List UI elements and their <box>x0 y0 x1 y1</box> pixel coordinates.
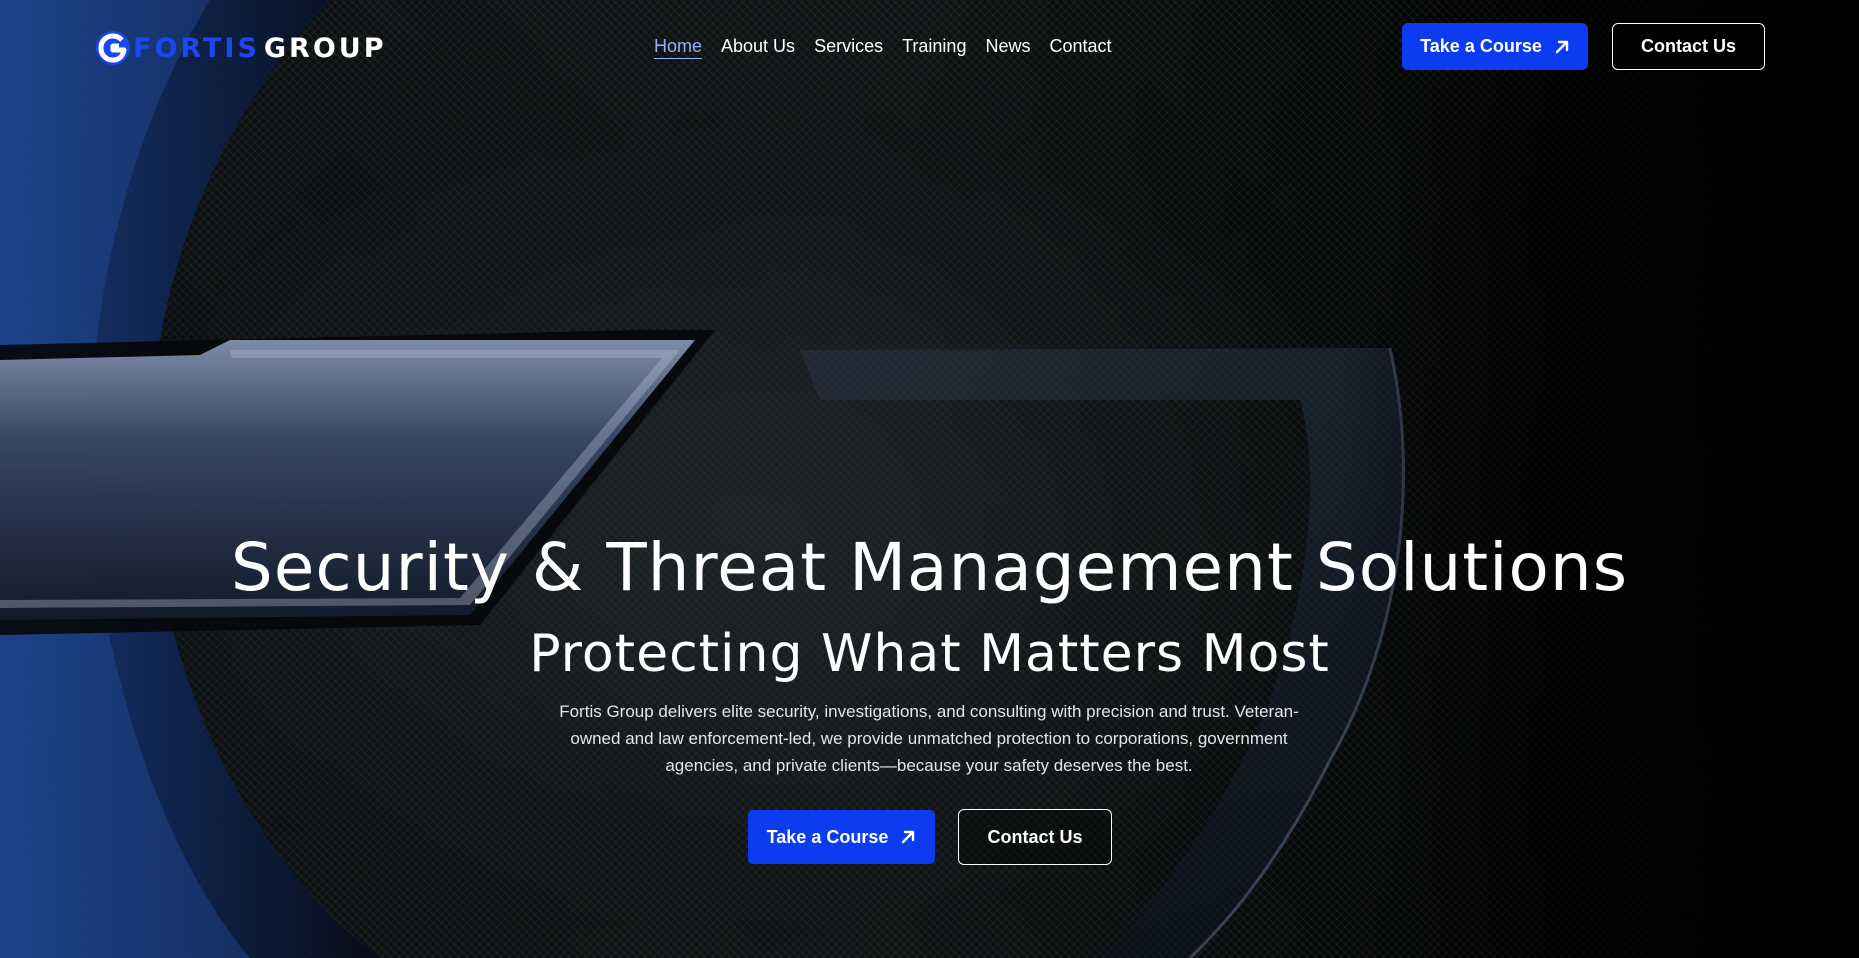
nav-item-home[interactable]: Home <box>654 34 703 59</box>
brand-logo[interactable]: FORTIS GROUP <box>95 28 387 68</box>
nav-item-about-us[interactable]: About Us <box>721 34 795 59</box>
header-contact-us-label: Contact Us <box>1640 36 1736 56</box>
main-nav: Home About Us Services Training News Con… <box>654 34 1131 59</box>
hero-take-a-course-label: Take a Course <box>766 826 889 847</box>
brand-name-fortis: FORTIS <box>133 32 260 64</box>
nav-item-training[interactable]: Training <box>902 34 966 59</box>
header-take-a-course-label: Take a Course <box>1420 36 1542 56</box>
site-header: FORTIS GROUP Home About Us Services Train… <box>0 0 1859 96</box>
hero-contact-us-label: Contact Us <box>987 826 1083 847</box>
nav-item-news[interactable]: News <box>985 34 1030 59</box>
hero-take-a-course-button[interactable]: Take a Course <box>748 810 935 864</box>
arrow-up-right-icon <box>902 830 915 844</box>
arrow-up-right-icon <box>1555 40 1569 53</box>
brand-name-group: GROUP <box>263 32 387 64</box>
hero-subheadline: Protecting What Matters Most <box>529 624 1330 684</box>
nav-item-contact[interactable]: Contact <box>1049 34 1111 59</box>
header-take-a-course-button[interactable]: Take a Course <box>1402 23 1588 70</box>
nav-item-services[interactable]: Services <box>814 34 883 59</box>
background-fade <box>1339 0 1859 958</box>
hero-description: Fortis Group delivers elite security, in… <box>559 702 1299 775</box>
header-contact-us-button[interactable]: Contact Us <box>1612 23 1765 70</box>
hero-contact-us-button[interactable]: Contact Us <box>958 809 1112 865</box>
hero-headline: Security & Threat Management Solutions <box>230 529 1629 606</box>
hero-section: FORTIS GROUP Home About Us Services Train… <box>0 0 1859 958</box>
fortis-logo-icon <box>96 31 130 65</box>
